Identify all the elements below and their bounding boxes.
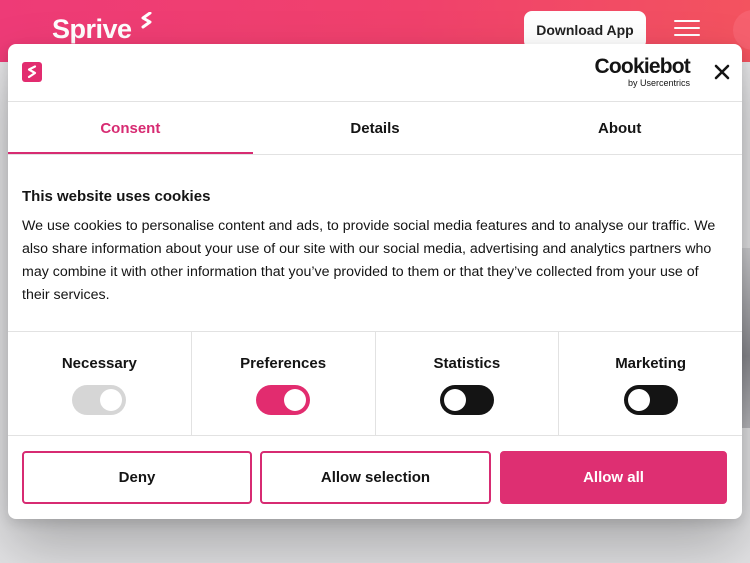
- close-icon[interactable]: [713, 63, 731, 81]
- consent-description: We use cookies to personalise content an…: [22, 218, 716, 303]
- deny-button[interactable]: Deny: [22, 451, 252, 504]
- toggle-label: Statistics: [433, 355, 501, 372]
- hamburger-menu-icon[interactable]: [674, 20, 700, 40]
- statistics-switch[interactable]: [439, 385, 494, 415]
- toggle-marketing: Marketing: [558, 332, 742, 435]
- cookiebot-wordmark: Cookiebot: [594, 55, 691, 78]
- toggle-label: Marketing: [615, 355, 687, 372]
- toggle-statistics: Statistics: [374, 332, 559, 435]
- tab-about[interactable]: About: [497, 102, 742, 154]
- allow-all-button[interactable]: Allow all: [500, 451, 727, 504]
- dialog-tabs: Consent Details About: [8, 102, 742, 154]
- consent-actions: Deny Allow selection Allow all: [8, 436, 742, 519]
- allow-selection-button[interactable]: Allow selection: [260, 451, 491, 504]
- sprive-logo-icon: [141, 12, 152, 29]
- brand-logo-text[interactable]: Sprive: [52, 14, 132, 45]
- necessary-switch: [72, 385, 127, 415]
- consent-title: This website uses cookies: [22, 188, 211, 205]
- toggle-necessary: Necessary: [8, 332, 191, 435]
- tab-consent[interactable]: Consent: [8, 102, 253, 154]
- consent-body: This website uses cookies We use cookies…: [8, 155, 742, 331]
- toggle-label: Preferences: [240, 355, 327, 372]
- cookiebot-logo[interactable]: Cookiebot by Usercentrics: [584, 55, 691, 89]
- sprive-logo-icon: [22, 62, 42, 82]
- cookie-consent-dialog: Cookiebot by Usercentrics Consent Detail…: [8, 44, 742, 519]
- toggle-label: Necessary: [61, 355, 137, 372]
- tab-details[interactable]: Details: [253, 102, 498, 154]
- cookie-category-toggles: Necessary Preferences Statistics Marketi…: [8, 331, 742, 436]
- marketing-switch[interactable]: [623, 385, 678, 415]
- cookiebot-subtitle: by Usercentrics: [627, 78, 690, 88]
- dialog-header: Cookiebot by Usercentrics: [8, 44, 742, 101]
- toggle-preferences: Preferences: [190, 332, 375, 435]
- preferences-switch[interactable]: [256, 385, 311, 415]
